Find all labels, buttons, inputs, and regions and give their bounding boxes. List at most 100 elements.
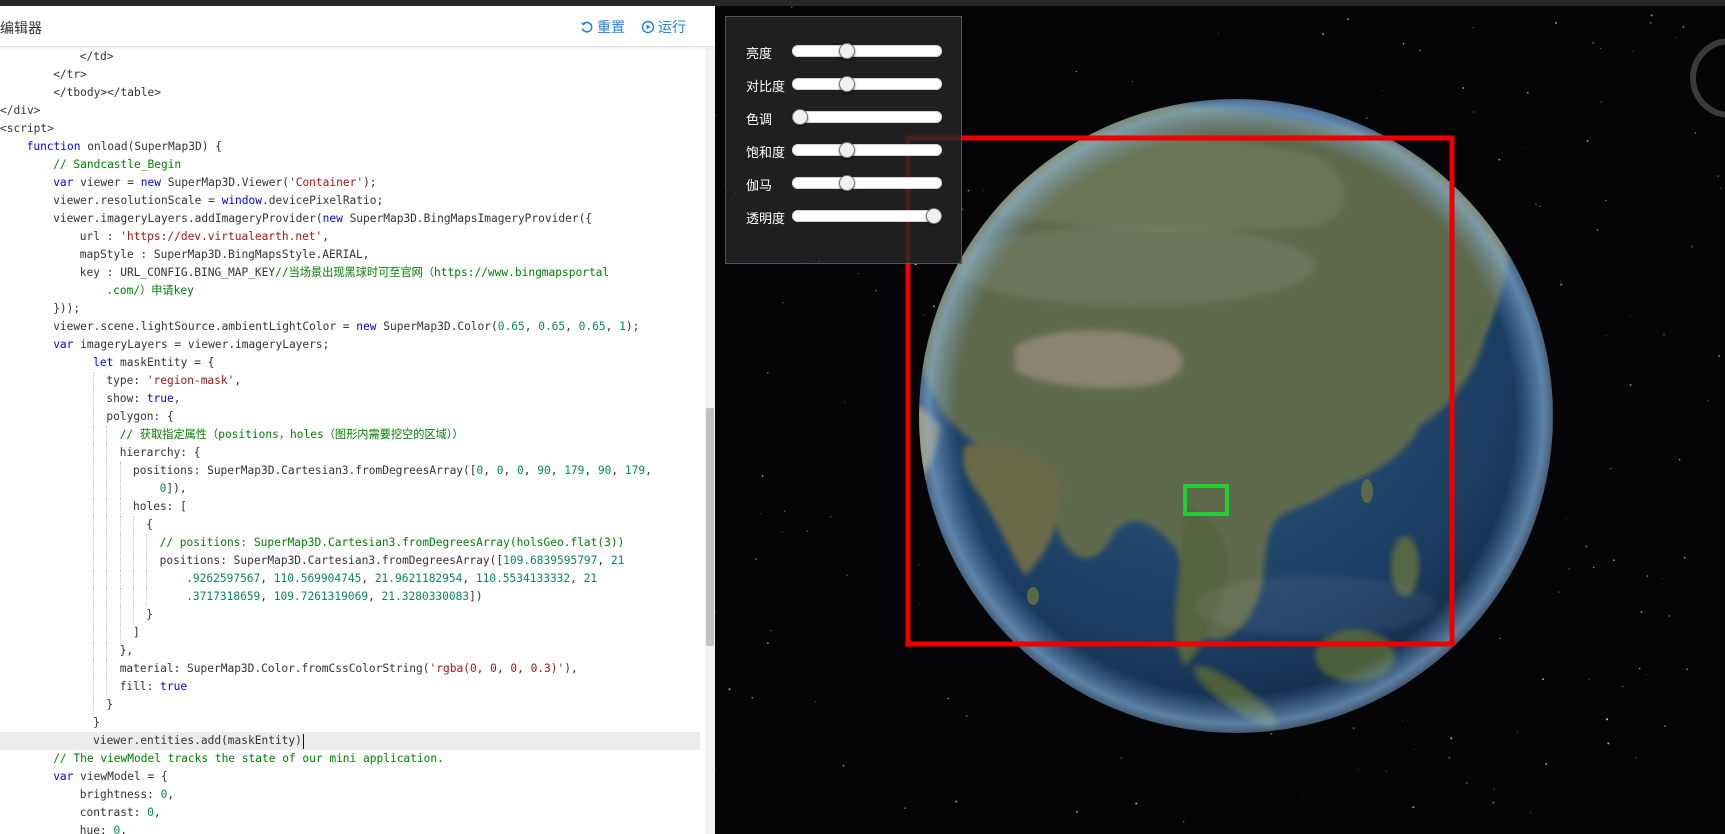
slider-knob[interactable] <box>838 76 855 92</box>
code-line[interactable]: ] <box>0 624 700 642</box>
code-line[interactable]: </div> <box>0 102 700 120</box>
code-token: })); <box>53 302 81 315</box>
code-line[interactable]: } <box>0 714 700 732</box>
adjust-slider[interactable] <box>792 208 942 224</box>
code-line[interactable]: viewer.resolutionScale = window.devicePi… <box>0 192 700 210</box>
adjust-slider[interactable] <box>792 175 942 191</box>
star <box>1600 47 1602 50</box>
code-line[interactable]: positions: SuperMap3D.Cartesian3.fromDeg… <box>0 552 700 570</box>
code-token: , <box>167 788 175 801</box>
code-line[interactable]: function onload(SuperMap3D) { <box>0 138 700 156</box>
star <box>965 715 968 717</box>
code-line[interactable]: })); <box>0 300 700 318</box>
indent-guide <box>106 642 108 660</box>
run-button[interactable]: 运行 <box>641 17 686 37</box>
code-token: hierarchy: { <box>119 446 201 459</box>
code-line[interactable]: var imageryLayers = viewer.imageryLayers… <box>0 336 700 354</box>
star <box>857 272 859 275</box>
code-line[interactable]: viewer.imageryLayers.addImageryProvider(… <box>0 210 700 228</box>
code-line[interactable]: polygon: { <box>0 408 700 426</box>
indent-guide <box>93 444 95 462</box>
star <box>842 764 845 767</box>
adjust-slider[interactable] <box>792 142 942 158</box>
code-line[interactable]: } <box>0 606 700 624</box>
adjust-slider[interactable] <box>792 109 942 125</box>
code-line[interactable]: contrast: 0, <box>0 804 700 822</box>
star <box>904 807 906 809</box>
code-line[interactable]: 0]), <box>0 480 700 498</box>
slider-knob[interactable] <box>926 208 942 224</box>
code-line[interactable]: }, <box>0 642 700 660</box>
code-line[interactable]: positions: SuperMap3D.Cartesian3.fromDeg… <box>0 462 700 480</box>
code-line[interactable]: holes: [ <box>0 498 700 516</box>
code-line[interactable]: var viewModel = { <box>0 768 700 786</box>
code-line[interactable]: { <box>0 516 700 534</box>
indent-guide <box>119 498 121 516</box>
star <box>806 530 808 532</box>
adjust-label: 饱和度 <box>746 146 786 161</box>
code-token: viewer.resolutionScale = <box>53 194 222 207</box>
code-token: window <box>221 194 262 207</box>
code-line[interactable]: viewer.scene.lightSource.ambientLightCol… <box>0 318 700 336</box>
star <box>1677 65 1679 67</box>
star <box>1683 556 1686 559</box>
code-line[interactable]: key : URL_CONFIG.BING_MAP_KEY//当场景出现黑球时可… <box>0 264 700 282</box>
adjust-slider[interactable] <box>792 76 942 92</box>
code-text: viewer.imageryLayers.addImageryProvider(… <box>53 210 592 228</box>
code-line[interactable]: hierarchy: { <box>0 444 700 462</box>
code-line[interactable]: material: SuperMap3D.Color.fromCssColorS… <box>0 660 700 678</box>
code-line[interactable]: type: 'region-mask', <box>0 372 700 390</box>
code-line[interactable]: </td> <box>0 48 700 66</box>
code-token: true <box>146 392 174 405</box>
code-line[interactable]: // positions: SuperMap3D.Cartesian3.from… <box>0 534 700 552</box>
star <box>1473 111 1475 113</box>
globe-viewer[interactable]: 亮度 对比度 色调 饱和度 伽马 透明度 <box>715 6 1725 834</box>
code-line[interactable]: // The viewModel tracks the state of our… <box>0 750 700 768</box>
code-line[interactable]: .com/）申请key <box>0 282 700 300</box>
code-line[interactable]: <script> <box>0 120 700 138</box>
reset-icon <box>581 21 593 33</box>
slider-knob[interactable] <box>838 175 855 191</box>
code-line[interactable]: viewer.entities.add(maskEntity) <box>0 732 700 750</box>
code-token: , <box>483 464 497 477</box>
code-text: } <box>146 606 153 624</box>
code-line[interactable]: show: true, <box>0 390 700 408</box>
code-token: , <box>361 572 375 585</box>
adjust-slider[interactable] <box>792 43 942 59</box>
code-line[interactable]: mapStyle : SuperMap3D.BingMapsStyle.AERI… <box>0 246 700 264</box>
code-line[interactable]: var viewer = new SuperMap3D.Viewer('Cont… <box>0 174 700 192</box>
indent-guide <box>93 624 95 642</box>
code-text: // 获取指定属性（positions，holes（图形内需要挖空的区域）） <box>120 426 464 444</box>
code-token: , <box>503 464 517 477</box>
slider-knob[interactable] <box>792 109 808 125</box>
indent-guide <box>93 372 95 390</box>
reset-button[interactable]: 重置 <box>580 17 625 37</box>
star <box>923 314 925 316</box>
code-token: .9262597567 <box>186 572 261 585</box>
code-line[interactable]: brightness: 0, <box>0 786 700 804</box>
globe-atmosphere <box>919 99 1553 733</box>
code-line[interactable]: } <box>0 696 700 714</box>
code-line[interactable]: .9262597567, 110.569904745, 21.962118295… <box>0 570 700 588</box>
code-line[interactable]: // 获取指定属性（positions，holes（图形内需要挖空的区域）） <box>0 426 700 444</box>
code-line[interactable]: let maskEntity = { <box>0 354 700 372</box>
editor-scrollbar-thumb[interactable] <box>706 408 714 646</box>
code-token: SuperMap3D.Color( <box>383 320 498 333</box>
slider-knob[interactable] <box>838 142 855 158</box>
code-line[interactable]: url : 'https://dev.virtualearth.net', <box>0 228 700 246</box>
code-line[interactable]: // Sandcastle_Begin <box>0 156 700 174</box>
code-line[interactable]: </tbody></table> <box>0 84 700 102</box>
code-line[interactable]: </tr> <box>0 66 700 84</box>
code-token: 90 <box>597 464 612 477</box>
code-token: positions: SuperMap3D.Cartesian3.fromDeg… <box>133 464 477 477</box>
code-text: } <box>93 714 100 732</box>
code-line[interactable]: .3717318659, 109.7261319069, 21.32803300… <box>0 588 700 606</box>
editor-header: 编辑器 重置 运行 <box>0 6 715 47</box>
indent-guide <box>133 588 134 606</box>
code-line[interactable]: hue: 0, <box>0 822 700 834</box>
code-token: , <box>173 392 181 405</box>
slider-knob[interactable] <box>838 43 855 59</box>
code-line[interactable]: fill: true <box>0 678 700 696</box>
code-area[interactable]: </td> </tr> </tbody></table> </div> <script>… <box>0 48 700 834</box>
indent-guide <box>106 444 108 462</box>
